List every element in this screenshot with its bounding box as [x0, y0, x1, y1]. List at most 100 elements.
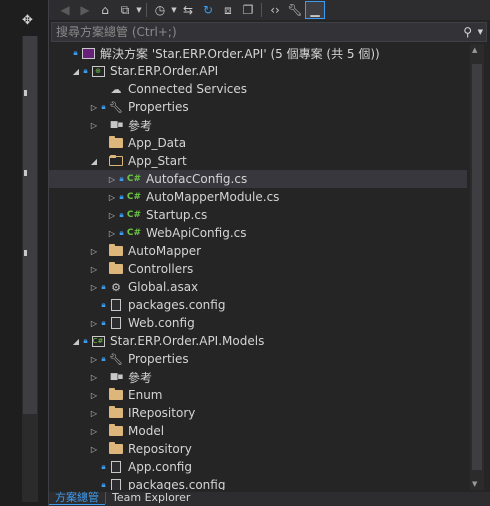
tree-item[interactable]: App_Data	[49, 134, 467, 152]
chevron-down-icon[interactable]: ▼	[170, 6, 178, 14]
collapsed-arrow-icon[interactable]: ▷	[89, 355, 99, 364]
references-glyph: ■▪	[109, 120, 124, 130]
tree-item[interactable]: ▷ Controllers	[49, 260, 467, 278]
folder-shape	[109, 406, 123, 418]
tree-item-label: IRepository	[128, 406, 196, 420]
collapsed-arrow-icon[interactable]: ▷	[89, 121, 99, 130]
tree-item[interactable]: ▷ ■▪ 參考	[49, 368, 467, 386]
tree-item[interactable]: ▷ 🔒︎ C# AutoMapperModule.cs	[49, 188, 467, 206]
source-control-lock-icon: 🔒︎	[119, 210, 124, 219]
toolbar-separator	[146, 3, 147, 17]
tree-item[interactable]: ▷ AutoMapper	[49, 242, 467, 260]
tree-item-label: WebApiConfig.cs	[146, 226, 247, 240]
collapsed-arrow-icon[interactable]: ▷	[89, 391, 99, 400]
back-icon[interactable]: ◀	[55, 1, 75, 19]
collapsed-arrow-icon[interactable]: ▷	[107, 175, 117, 184]
tree-item-label: Global.asax	[128, 280, 199, 294]
collapsed-arrow-icon[interactable]: ▷	[107, 211, 117, 220]
expanded-arrow-icon[interactable]: ◢	[71, 337, 81, 346]
tab-team-explorer[interactable]: Team Explorer	[106, 492, 196, 504]
tree-item[interactable]: ▷ IRepository	[49, 404, 467, 422]
collapsed-arrow-icon[interactable]: ▷	[89, 247, 99, 256]
show-all-files-icon[interactable]: ❐	[238, 1, 258, 19]
tree-item-label: Star.ERP.Order.API	[110, 64, 219, 78]
folder-icon	[108, 244, 124, 258]
collapsed-arrow-icon[interactable]: ▷	[89, 265, 99, 274]
scroll-up-icon[interactable]: ▲	[472, 46, 477, 54]
collapsed-arrow-icon[interactable]: ▷	[89, 409, 99, 418]
tree-item[interactable]: 🔒︎ packages.config	[49, 296, 467, 314]
source-control-lock-icon: 🔒︎	[101, 102, 106, 111]
source-control-lock-icon: 🔒︎	[119, 174, 124, 183]
tree-item[interactable]: ▷ Repository	[49, 440, 467, 458]
folder-shape	[109, 388, 123, 400]
expanded-arrow-icon[interactable]: ◢	[89, 157, 99, 166]
tree-item[interactable]: ▷ Enum	[49, 386, 467, 404]
csharp-glyph: C#	[126, 210, 142, 220]
search-input[interactable]	[56, 24, 452, 40]
tree-scrollbar-thumb[interactable]	[472, 64, 482, 470]
collapsed-arrow-icon[interactable]: ▷	[89, 373, 99, 382]
tree-item[interactable]: 🔒︎ packages.config	[49, 476, 467, 490]
config-file-icon	[108, 298, 124, 312]
tree-item[interactable]: ▷ 🔒︎ 🔧︎ Properties	[49, 98, 467, 116]
collapsed-arrow-icon[interactable]: ▷	[89, 427, 99, 436]
tree-item[interactable]: ▷ 🔒︎ C# AutofacConfig.cs	[49, 170, 467, 188]
tree-item[interactable]: 🔒︎ 解決方案 'Star.ERP.Order.API' (5 個專案 (共 5 …	[49, 44, 467, 62]
editor-scrollbar[interactable]	[22, 36, 38, 502]
tree-scrollbar[interactable]: ▲ ▼	[470, 44, 484, 490]
tree-item[interactable]: ▷ 🔒︎ Web.config	[49, 314, 467, 332]
source-control-lock-icon: 🔒︎	[119, 228, 124, 237]
chevron-down-icon[interactable]: ▼	[478, 28, 483, 36]
csharp-glyph: C#	[126, 228, 142, 238]
tree-item[interactable]: ▷ ■▪ 參考	[49, 116, 467, 134]
source-control-lock-icon: 🔒︎	[101, 300, 106, 309]
scroll-down-icon[interactable]: ▼	[472, 480, 477, 488]
source-control-lock-icon: 🔒︎	[83, 66, 88, 75]
expanded-arrow-icon[interactable]: ◢	[71, 67, 81, 76]
search-icon[interactable]: ⚲	[463, 25, 472, 39]
properties-wrench-icon[interactable]: 🔧︎	[285, 1, 305, 19]
pending-changes-filter-icon[interactable]: ◷	[150, 1, 170, 19]
tree-item[interactable]: ▷ 🔒︎ C# WebApiConfig.cs	[49, 224, 467, 242]
tree-item[interactable]: ▷ 🔒︎ C# Startup.cs	[49, 206, 467, 224]
tree-item-label: App_Start	[128, 154, 187, 168]
tree-item[interactable]: ☁ Connected Services	[49, 80, 467, 98]
sync-with-active-document-icon[interactable]: ⇆	[178, 1, 198, 19]
solution-tree: 🔒︎ 解決方案 'Star.ERP.Order.API' (5 個專案 (共 5 …	[49, 44, 467, 490]
chevron-down-icon[interactable]: ▼	[135, 6, 143, 14]
search-box: ⚲ ▼	[51, 22, 487, 42]
tree-item-label: Repository	[128, 442, 192, 456]
tree-item-label: Properties	[128, 100, 189, 114]
collapsed-arrow-icon[interactable]: ▷	[107, 229, 117, 238]
forward-icon[interactable]: ▶	[75, 1, 95, 19]
project-glyph: ⊕	[91, 65, 105, 77]
folder-shape	[109, 136, 123, 148]
source-control-lock-icon: 🔒︎	[83, 336, 88, 345]
tree-item-label: Enum	[128, 388, 163, 402]
csharp-project-icon: C#	[90, 334, 106, 348]
switch-views-icon[interactable]: ⧉	[115, 1, 135, 19]
refresh-icon[interactable]: ↻	[198, 1, 218, 19]
collapsed-arrow-icon[interactable]: ▷	[89, 445, 99, 454]
tree-item[interactable]: ◢ 🔒︎ ⊕ Star.ERP.Order.API	[49, 62, 467, 80]
preview-selected-items-icon[interactable]: ▁	[305, 1, 325, 19]
collapsed-arrow-icon[interactable]: ▷	[107, 193, 117, 202]
view-code-icon[interactable]: ‹›	[265, 1, 285, 19]
collapsed-arrow-icon[interactable]: ▷	[89, 283, 99, 292]
panel-tabs: 方案總管 Team Explorer	[49, 492, 490, 506]
collapse-all-icon[interactable]: ⧈	[218, 1, 238, 19]
tree-item[interactable]: 🔒︎ App.config	[49, 458, 467, 476]
tree-item[interactable]: ▷ 🔒︎ 🔧︎ Properties	[49, 350, 467, 368]
home-icon[interactable]: ⌂	[95, 1, 115, 19]
tree-item-label: Startup.cs	[146, 208, 208, 222]
collapsed-arrow-icon[interactable]: ▷	[89, 319, 99, 328]
tab-solution-explorer[interactable]: 方案總管	[49, 492, 105, 505]
tree-item[interactable]: ◢ 🔒︎ C# Star.ERP.Order.API.Models	[49, 332, 467, 350]
tree-item[interactable]: ▷ Model	[49, 422, 467, 440]
asax-file-icon: ⚙	[108, 280, 124, 294]
collapsed-arrow-icon[interactable]: ▷	[89, 103, 99, 112]
tree-item[interactable]: ▷ 🔒︎ ⚙ Global.asax	[49, 278, 467, 296]
pin-icon[interactable]: ✥	[22, 14, 36, 28]
tree-item[interactable]: ◢ App_Start	[49, 152, 467, 170]
